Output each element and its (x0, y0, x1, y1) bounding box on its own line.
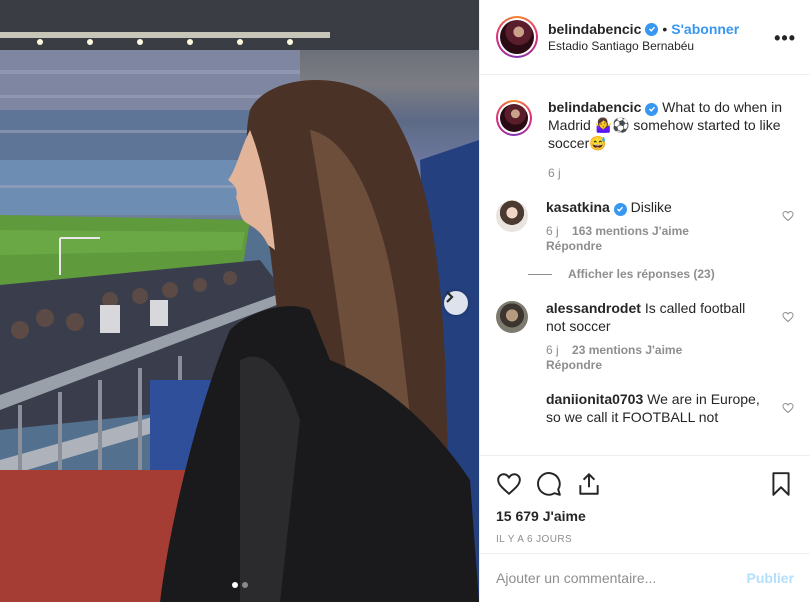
comment-item: kasatkina Dislike 6 j 163 mentions J'aim… (496, 198, 794, 253)
caption-avatar[interactable] (496, 100, 532, 136)
post-photo[interactable] (0, 0, 479, 602)
more-options-icon[interactable]: ••• (774, 28, 796, 49)
caption: belindabencic What to do when in Madrid … (496, 98, 794, 180)
stadium-photo-illustration (0, 0, 479, 602)
location-link[interactable]: Estadio Santiago Bernabéu (548, 39, 739, 53)
add-comment-bar: Publier (480, 553, 810, 602)
replies-divider (528, 273, 552, 275)
comment-input[interactable] (496, 570, 747, 586)
follow-button[interactable]: S'abonner (671, 21, 739, 37)
share-icon[interactable] (576, 471, 602, 497)
comment-likes[interactable]: 23 mentions J'aime (572, 343, 682, 357)
commenter-avatar[interactable] (496, 200, 528, 232)
carousel-dot (241, 582, 248, 588)
comment-username[interactable]: kasatkina (546, 199, 610, 215)
post-sidebar: belindabencic • S'abonner Estadio Santia… (479, 0, 810, 602)
post-actions: 15 679 J'aime IL Y A 6 JOURS (480, 455, 810, 545)
reply-button[interactable]: Répondre (546, 358, 756, 372)
avatar[interactable] (496, 16, 538, 58)
like-heart-icon[interactable] (496, 471, 522, 497)
reply-button[interactable]: Répondre (546, 239, 756, 253)
like-comment-heart-icon[interactable] (782, 402, 794, 414)
username-link[interactable]: belindabencic (548, 21, 641, 37)
likes-count[interactable]: 15 679 J'aime (496, 508, 794, 524)
comment-likes[interactable]: 163 mentions J'aime (572, 224, 689, 238)
commenter-avatar[interactable] (496, 392, 528, 424)
carousel-indicator (0, 582, 479, 588)
post-timestamp[interactable]: IL Y A 6 JOURS (496, 534, 794, 545)
caption-username[interactable]: belindabencic (548, 99, 641, 115)
bookmark-icon[interactable] (768, 471, 794, 497)
comment-text: Dislike (630, 199, 672, 215)
carousel-dot-active (231, 582, 238, 588)
comment-bubble-icon[interactable] (536, 471, 562, 497)
view-replies-label: Afficher les réponses (23) (568, 267, 715, 281)
comment-item: alessandrodet Is called football not soc… (496, 299, 794, 372)
commenter-avatar[interactable] (496, 301, 528, 333)
post-header: belindabencic • S'abonner Estadio Santia… (480, 0, 810, 75)
caption-time: 6 j (548, 166, 561, 180)
comment-username[interactable]: daniionita0703 (546, 391, 643, 407)
comment-time: 6 j (546, 343, 559, 357)
publish-button[interactable]: Publier (747, 570, 794, 586)
avatar-image (500, 20, 534, 54)
verified-badge-icon (645, 22, 659, 36)
like-comment-heart-icon[interactable] (782, 311, 794, 323)
view-replies-button[interactable]: Afficher les réponses (23) (528, 267, 794, 281)
separator-dot: • (662, 21, 668, 37)
comment-item: daniionita0703 We are in Europe, so we c… (496, 390, 794, 426)
verified-badge-icon (613, 202, 627, 216)
comment-time: 6 j (546, 224, 559, 238)
comments-list[interactable]: belindabencic What to do when in Madrid … (480, 76, 810, 454)
chevron-right-icon (446, 291, 454, 303)
comment-username[interactable]: alessandrodet (546, 300, 641, 316)
like-comment-heart-icon[interactable] (782, 210, 794, 222)
verified-badge-icon (645, 102, 659, 116)
next-slide-button[interactable] (444, 291, 468, 315)
